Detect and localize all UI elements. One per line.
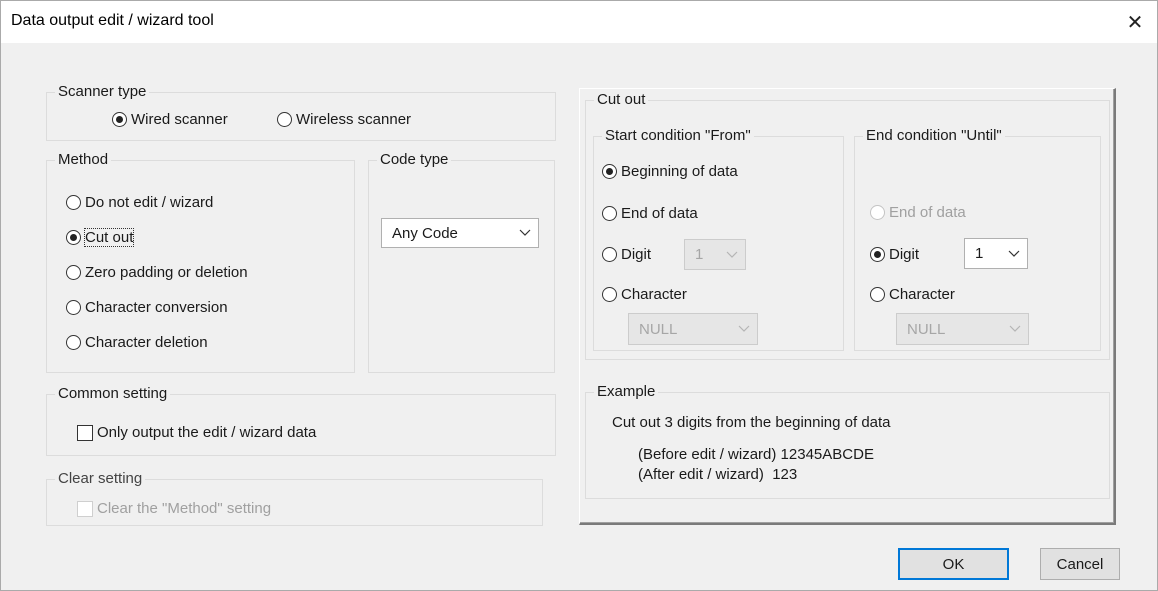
radio-indicator — [602, 247, 617, 262]
chevron-down-icon — [719, 251, 745, 259]
radio-character-deletion[interactable]: Character deletion — [66, 334, 208, 351]
radio-cut-out[interactable]: Cut out — [66, 228, 135, 247]
radio-label: Wireless scanner — [296, 111, 412, 128]
radio-label: Cut out — [83, 228, 135, 247]
radio-label: Do not edit / wizard — [85, 194, 214, 211]
radio-do-not-edit[interactable]: Do not edit / wizard — [66, 194, 213, 211]
radio-label: Character — [621, 286, 687, 303]
end-character-dropdown[interactable]: NULL — [896, 313, 1029, 345]
close-button[interactable]: ✕ — [1113, 1, 1157, 43]
ok-button[interactable]: OK — [898, 548, 1009, 580]
radio-start-digit[interactable]: Digit — [602, 246, 651, 263]
radio-indicator — [66, 335, 81, 350]
end-condition-label: End condition "Until" — [863, 127, 1005, 145]
scanner-type-label: Scanner type — [55, 83, 150, 101]
example-after: (After edit / wizard) 123 — [638, 466, 798, 483]
radio-end-digit[interactable]: Digit — [870, 246, 919, 263]
start-condition-label: Start condition "From" — [602, 127, 754, 145]
code-type-label: Code type — [377, 151, 452, 169]
radio-indicator-checked — [112, 112, 127, 127]
radio-indicator-checked — [870, 247, 885, 262]
radio-indicator-checked — [602, 164, 617, 179]
radio-label: Character — [889, 286, 955, 303]
method-label: Method — [55, 151, 112, 169]
radio-zero-padding[interactable]: Zero padding or deletion — [66, 264, 248, 281]
radio-end-end-of-data[interactable]: End of data — [870, 204, 966, 221]
example-description: Cut out 3 digits from the beginning of d… — [612, 414, 891, 431]
end-character-value: NULL — [907, 320, 946, 338]
window-title: Data output edit / wizard tool — [11, 12, 214, 29]
chevron-down-icon — [731, 325, 757, 333]
radio-wired-scanner[interactable]: Wired scanner — [112, 111, 228, 128]
example-label: Example — [594, 383, 659, 401]
code-type-group: Code type — [368, 151, 555, 373]
start-digit-value: 1 — [695, 246, 704, 263]
start-character-value: NULL — [639, 320, 678, 338]
example-before: (Before edit / wizard) 12345ABCDE — [638, 446, 874, 463]
chevron-down-icon — [1001, 250, 1027, 258]
radio-indicator-checked — [66, 230, 81, 245]
code-type-dropdown[interactable]: Any Code — [381, 218, 539, 248]
end-digit-dropdown[interactable]: 1 — [964, 238, 1028, 269]
common-setting-label: Common setting — [55, 385, 171, 403]
clear-method-checkbox[interactable]: Clear the "Method" setting — [77, 500, 271, 517]
cut-out-label: Cut out — [594, 91, 649, 109]
chevron-down-icon — [512, 229, 538, 237]
radio-indicator — [870, 205, 885, 220]
start-character-dropdown[interactable]: NULL — [628, 313, 758, 345]
radio-label: Digit — [621, 246, 652, 263]
title-bar: Data output edit / wizard tool ✕ — [1, 1, 1157, 43]
checkbox-label: Only output the edit / wizard data — [97, 424, 317, 441]
dialog-window: Data output edit / wizard tool ✕ Scanner… — [0, 0, 1158, 591]
radio-start-character[interactable]: Character — [602, 286, 687, 303]
cancel-button[interactable]: Cancel — [1040, 548, 1120, 580]
radio-indicator — [277, 112, 292, 127]
radio-label: End of data — [889, 204, 966, 221]
radio-label: Wired scanner — [131, 111, 228, 128]
radio-label: Character conversion — [85, 299, 228, 316]
radio-indicator — [602, 287, 617, 302]
radio-label: Digit — [889, 246, 920, 263]
radio-wireless-scanner[interactable]: Wireless scanner — [277, 111, 411, 128]
radio-indicator — [870, 287, 885, 302]
checkbox-label: Clear the "Method" setting — [97, 500, 272, 517]
checkbox-box — [77, 424, 93, 441]
ok-button-label: OK — [942, 555, 965, 573]
close-icon: ✕ — [1126, 11, 1144, 34]
radio-label: Zero padding or deletion — [85, 264, 248, 281]
chevron-down-icon — [1002, 325, 1028, 333]
code-type-value: Any Code — [392, 224, 458, 242]
radio-start-end-of-data[interactable]: End of data — [602, 205, 698, 222]
checkbox-box — [77, 500, 93, 517]
radio-indicator — [66, 195, 81, 210]
radio-indicator — [66, 265, 81, 280]
radio-start-beginning[interactable]: Beginning of data — [602, 163, 738, 180]
radio-label: Character deletion — [85, 334, 208, 351]
radio-label: End of data — [621, 205, 698, 222]
radio-indicator — [66, 300, 81, 315]
cancel-button-label: Cancel — [1056, 555, 1104, 573]
radio-label: Beginning of data — [621, 163, 738, 180]
radio-character-conversion[interactable]: Character conversion — [66, 299, 228, 316]
radio-indicator — [602, 206, 617, 221]
clear-setting-label: Clear setting — [55, 470, 146, 488]
radio-end-character[interactable]: Character — [870, 286, 955, 303]
only-output-checkbox[interactable]: Only output the edit / wizard data — [77, 424, 316, 441]
start-digit-dropdown[interactable]: 1 — [684, 239, 746, 270]
end-digit-value: 1 — [975, 245, 984, 262]
